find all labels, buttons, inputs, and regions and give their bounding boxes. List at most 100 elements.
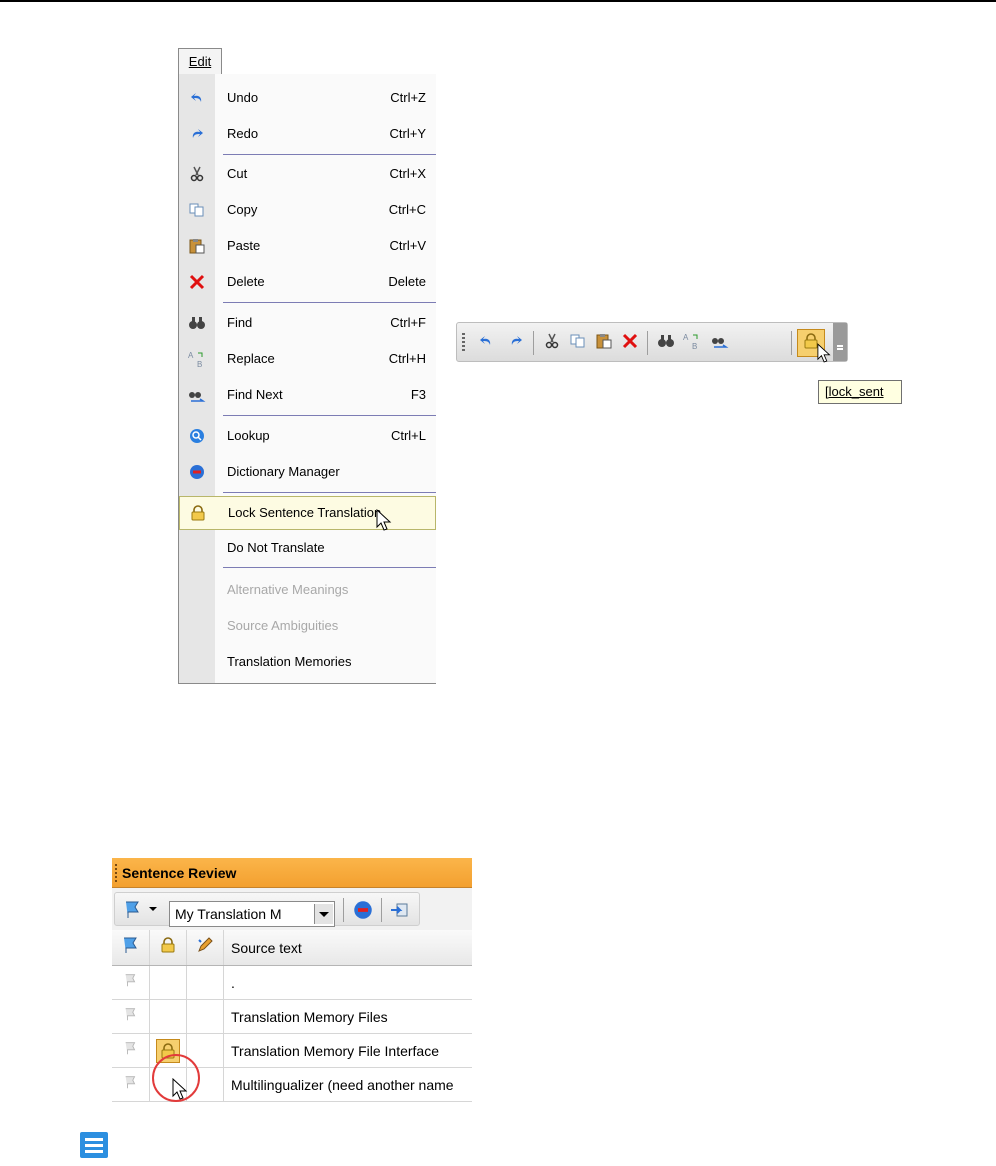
undo-icon — [478, 333, 494, 354]
menu-label: Redo — [227, 126, 259, 141]
menu-item-copy[interactable]: Copy Ctrl+C — [179, 194, 436, 226]
menu-shortcut: Ctrl+C — [388, 202, 426, 217]
mouse-cursor-icon — [817, 343, 833, 368]
flag-cell — [112, 1000, 150, 1033]
cut-icon — [545, 333, 559, 354]
menu-shortcut: Ctrl+X — [389, 166, 426, 181]
replace-icon: AB — [188, 350, 206, 368]
toolbar-separator — [647, 331, 648, 355]
toolbar-separator — [343, 898, 344, 922]
menu-list-icon[interactable] — [80, 1132, 108, 1158]
flag-icon — [123, 1074, 139, 1095]
menu-shortcut: F3 — [410, 387, 426, 402]
edit-menu-title: Edit — [188, 54, 212, 69]
menu-label: Alternative Meanings — [227, 582, 349, 597]
menu-label: Paste — [227, 238, 261, 253]
menu-item-find[interactable]: Find Ctrl+F — [179, 307, 436, 339]
menu-item-paste[interactable]: Paste Ctrl+V — [179, 230, 436, 262]
flag-icon — [123, 1006, 139, 1027]
toolbar-separator — [791, 331, 792, 355]
lock-cell[interactable] — [150, 1000, 187, 1033]
panel-toolbar-group: My Translation M — [114, 892, 420, 927]
menu-label: Delete — [227, 274, 265, 289]
source-text-cell: . — [231, 974, 235, 991]
find-next-icon — [188, 386, 206, 404]
toolbar-redo-button[interactable] — [505, 332, 527, 354]
dictionary-icon — [188, 463, 206, 481]
menu-label: Lookup — [227, 428, 270, 443]
source-text-cell: Translation Memory File Interface — [231, 1042, 439, 1059]
menu-shortcut: Ctrl+V — [389, 238, 426, 253]
flag-icon — [122, 936, 140, 959]
menu-item-find-next[interactable]: Find Next F3 — [179, 379, 436, 411]
toolbar-options-button[interactable] — [833, 323, 847, 361]
mouse-cursor-icon — [172, 1077, 190, 1105]
flag-filter-button[interactable] — [123, 899, 159, 919]
find-next-icon — [711, 333, 729, 354]
find-icon — [188, 314, 206, 332]
menu-separator — [223, 154, 436, 155]
toolbar-separator — [533, 331, 534, 355]
toolbar-grip[interactable] — [462, 333, 465, 353]
menu-shortcut: Delete — [388, 274, 426, 289]
column-status[interactable] — [187, 930, 224, 965]
menu-shortcut: Ctrl+F — [390, 315, 426, 330]
lock-icon — [160, 937, 176, 958]
copy-icon — [188, 201, 206, 219]
menu-item-alternative-meanings: Alternative Meanings — [179, 574, 436, 606]
toolbar-separator — [381, 898, 382, 922]
source-text-cell: Multilingualizer (need another name — [231, 1076, 454, 1093]
menu-shortcut: Ctrl+Z — [390, 90, 426, 105]
toolbar-delete-button[interactable] — [619, 332, 641, 354]
toolbar-cut-button[interactable] — [541, 332, 563, 354]
dictionary-icon[interactable] — [353, 900, 373, 925]
find-icon — [657, 333, 675, 354]
svg-text:A: A — [683, 333, 689, 342]
flag-icon — [123, 972, 139, 993]
column-source-text[interactable]: Source text — [224, 930, 472, 965]
menu-separator — [223, 415, 436, 416]
menu-item-translation-memories[interactable]: Translation Memories — [179, 646, 436, 678]
menu-item-lookup[interactable]: Lookup Ctrl+L — [179, 420, 436, 452]
menu-item-cut[interactable]: Cut Ctrl+X — [179, 158, 436, 190]
menu-item-undo[interactable]: Undo Ctrl+Z — [179, 82, 436, 114]
cut-icon — [188, 165, 206, 183]
menu-item-do-not-translate[interactable]: Do Not Translate — [179, 532, 436, 564]
chevron-down-icon[interactable] — [314, 904, 333, 924]
top-rule — [0, 0, 996, 2]
table-row[interactable]: Translation Memory Files — [112, 1000, 472, 1034]
lock-icon — [189, 504, 207, 522]
export-icon[interactable] — [389, 900, 409, 925]
toolbar-undo-button[interactable] — [475, 332, 497, 354]
column-lock[interactable] — [150, 930, 187, 965]
toolbar-replace-button[interactable]: AB — [681, 332, 703, 354]
redo-icon — [508, 333, 524, 354]
translation-memory-select[interactable]: My Translation M — [169, 901, 335, 927]
toolbar-paste-button[interactable] — [593, 332, 615, 354]
panel-title: Sentence Review — [112, 858, 472, 888]
menu-label: Translation Memories — [227, 654, 352, 669]
edit-toolbar: AB — [456, 322, 848, 363]
menu-label: Undo — [227, 90, 259, 105]
menu-item-replace[interactable]: AB Replace Ctrl+H — [179, 343, 436, 375]
lock-cell[interactable] — [150, 966, 187, 999]
column-flag[interactable] — [112, 930, 150, 965]
menu-item-delete[interactable]: Delete Delete — [179, 266, 436, 298]
menu-shortcut: Ctrl+Y — [389, 126, 426, 141]
delete-icon — [188, 273, 206, 291]
grid-header-row: Source text — [112, 930, 472, 966]
menu-item-redo[interactable]: Redo Ctrl+Y — [179, 118, 436, 150]
toolbar-find-button[interactable] — [655, 332, 677, 354]
menu-item-source-ambiguities: Source Ambiguities — [179, 610, 436, 642]
menu-item-dictionary-manager[interactable]: Dictionary Manager — [179, 456, 436, 488]
menu-shortcut: Ctrl+L — [390, 428, 426, 443]
toolbar-copy-button[interactable] — [567, 332, 589, 354]
menu-label: Do Not Translate — [227, 540, 325, 555]
edit-menu-tab[interactable]: Edit — [178, 48, 222, 74]
svg-text:B: B — [692, 342, 697, 350]
menu-label: Find Next — [227, 387, 283, 402]
menu-item-lock-sentence-translation[interactable]: Lock Sentence Translation — [179, 496, 436, 531]
toolbar-find-next-button[interactable] — [709, 332, 731, 354]
table-row[interactable]: . — [112, 966, 472, 1000]
menu-label: Dictionary Manager — [227, 464, 340, 479]
